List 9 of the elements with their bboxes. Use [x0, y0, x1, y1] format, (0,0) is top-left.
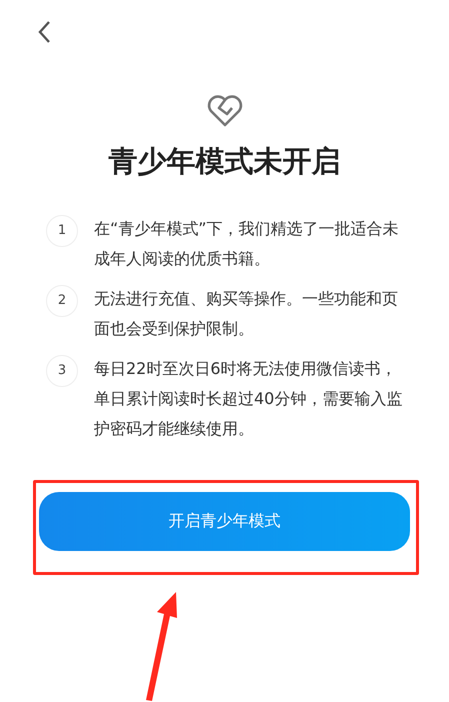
step-number: 1: [46, 214, 78, 246]
page-title: 青少年模式未开启: [108, 143, 342, 180]
step-description: 每日22时至次日6时将无法使用微信读书，单日累计阅读时长超过40分钟，需要输入监护密码才能继续使用。: [94, 358, 404, 440]
step-number: 2: [46, 284, 78, 316]
step-number: 3: [46, 354, 78, 386]
step-description: 无法进行充值、购买等操作。一些功能和页面也会受到保护限制。: [94, 288, 399, 340]
heart-icon: [206, 94, 244, 128]
enable-mode-button[interactable]: 开启青少年模式: [39, 492, 410, 550]
step-description: 在“青少年模式”下，我们精选了一批适合未成年人阅读的优质书籍。: [94, 218, 400, 270]
